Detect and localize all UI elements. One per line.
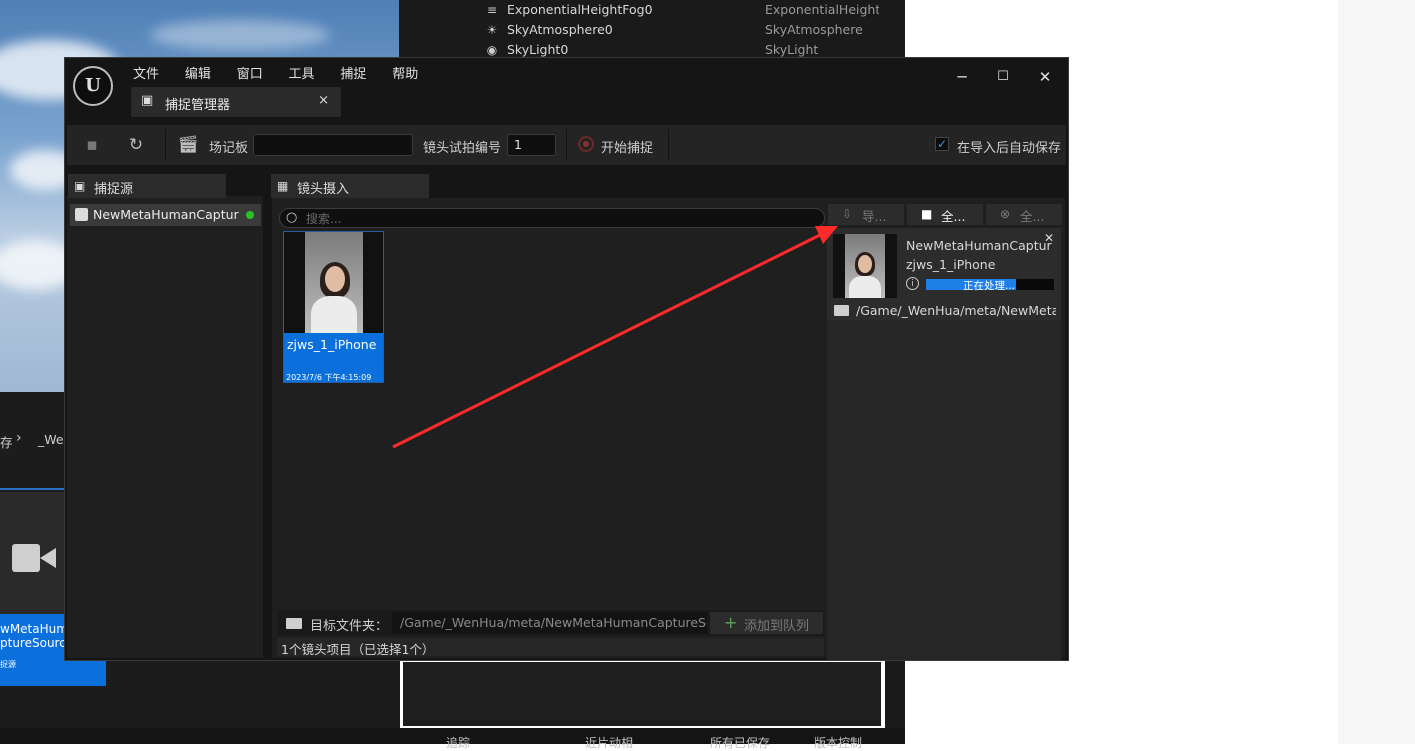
- annotation-arrow: [392, 226, 838, 449]
- arrow-shaft: [392, 232, 823, 449]
